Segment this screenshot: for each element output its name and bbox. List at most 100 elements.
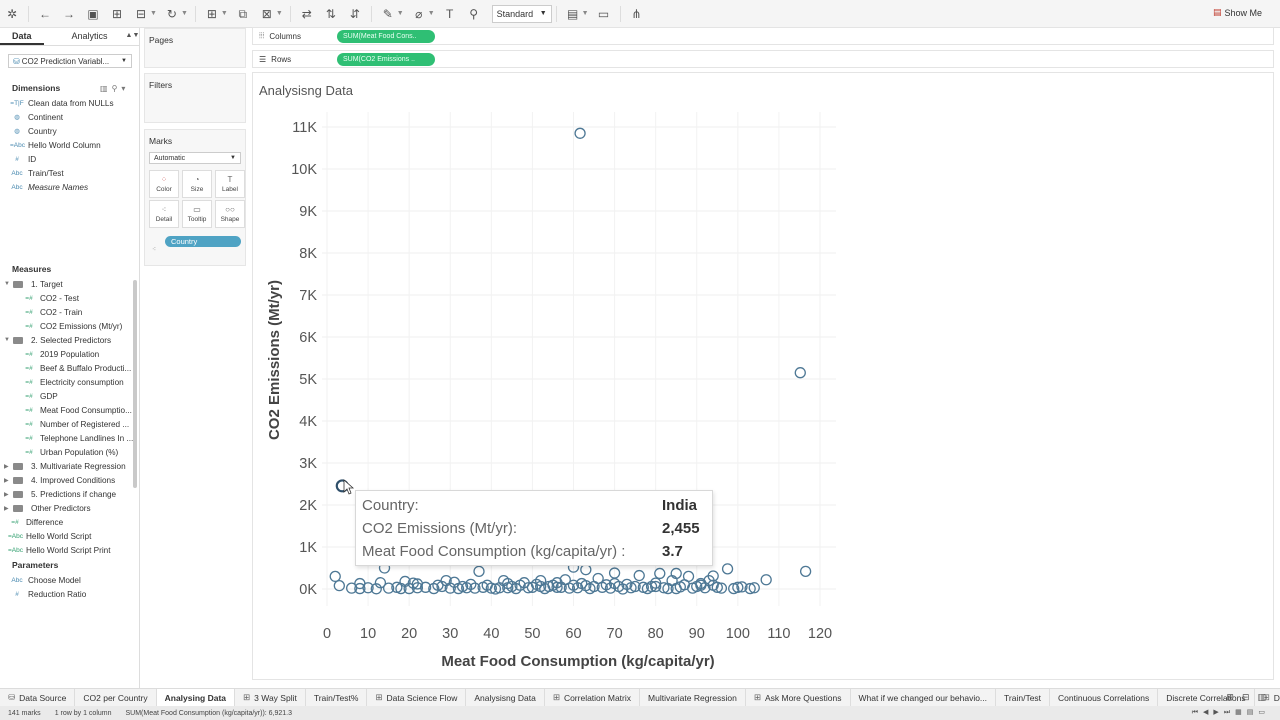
- sheet-tab-label: Analysing Data: [164, 692, 227, 703]
- first-sheet-icon[interactable]: ⏮: [1192, 709, 1203, 716]
- grid-view-toggle-icon[interactable]: ▦: [1235, 709, 1247, 716]
- y-tick-label: 7K: [299, 288, 317, 304]
- y-tick-label: 3K: [299, 456, 317, 472]
- sheet-tab-label: What if we changed our behavio...: [858, 692, 988, 703]
- x-tick-label: 50: [524, 626, 540, 642]
- sheet-tab[interactable]: Analysing Data: [156, 689, 236, 706]
- scatter-point[interactable]: [329, 570, 341, 583]
- scatter-point[interactable]: [633, 569, 645, 582]
- y-tick-label: 9K: [299, 204, 317, 220]
- sheet-tab[interactable]: Continuous Correlations: [1050, 689, 1159, 706]
- tooltip-co2-value: 2,455: [662, 520, 700, 537]
- sheet-tab-label: Continuous Correlations: [1058, 692, 1150, 703]
- scatter-point[interactable]: [580, 564, 592, 576]
- tooltip-country-value: India: [662, 497, 698, 514]
- scatter-plot[interactable]: 0K 1K 2K 3K 4K 5K 6K 7K 8K 9K 10K 11K 0 10 20 30 40 50 60 7…: [0, 0, 1280, 720]
- sheet-tab[interactable]: What if we changed our behavio...: [851, 689, 997, 706]
- datasource-tab-icon: ⛁: [8, 692, 16, 702]
- prev-sheet-icon[interactable]: ◀: [1203, 709, 1213, 716]
- sheet-tab-label: Correlation Matrix: [563, 692, 632, 703]
- tooltip-country-label: Country:: [362, 497, 419, 514]
- tooltip-meat-label: Meat Food Consumption (kg/capita/yr) :: [362, 543, 626, 560]
- mark-tooltip: Country: India CO2 Emissions (Mt/yr): 2,…: [355, 490, 713, 566]
- y-tick-label: 5K: [299, 372, 317, 388]
- sheet-tab[interactable]: Train/Test: [996, 689, 1051, 706]
- x-tick-label: 120: [808, 626, 832, 642]
- y-tick-label: 11K: [292, 120, 317, 136]
- sheet-tab[interactable]: ⊞ Correlation Matrix: [545, 689, 641, 706]
- x-tick-label: 90: [689, 626, 705, 642]
- scatter-point[interactable]: [794, 367, 806, 379]
- sheet-tab[interactable]: CO2 per Country: [75, 689, 157, 706]
- dashboard-tab-icon: ⊞: [552, 692, 560, 702]
- x-tick-label: 30: [442, 626, 458, 642]
- tab-view-icon[interactable]: ▭: [1258, 709, 1270, 716]
- tooltip-row-meat: Meat Food Consumption (kg/capita/yr) :: [362, 543, 625, 563]
- sheet-tab[interactable]: ⊞ Ask More Questions: [746, 689, 851, 706]
- status-nav: ⏮◀▶⏭▦▤▭: [1192, 708, 1270, 717]
- x-tick-label: 20: [401, 626, 417, 642]
- x-tick-label: 60: [565, 626, 581, 642]
- sheet-tabs: ⛁ Data Source CO2 per Country Analysing Dat…: [0, 688, 1280, 706]
- scatter-point[interactable]: [760, 574, 772, 586]
- x-tick-label: 70: [607, 626, 623, 642]
- y-tick-label: 8K: [299, 246, 317, 262]
- sheet-tab[interactable]: ⊞ 3 Way Split: [235, 689, 306, 706]
- x-tick-label: 40: [483, 626, 499, 642]
- scatter-point[interactable]: [721, 563, 734, 575]
- scatter-point[interactable]: [473, 565, 485, 578]
- status-sum: SUM(Meat Food Consumption (kg/capita/yr)…: [125, 709, 293, 717]
- sheet-tab-label: Analysisng Data: [474, 692, 536, 703]
- sheet-tab-label: Data Science Flow: [386, 692, 458, 703]
- x-tick-label: 110: [767, 626, 790, 642]
- filmstrip-icon[interactable]: ▤: [1247, 709, 1259, 716]
- sheet-tab-label: Data Sc: [1273, 692, 1280, 703]
- status-marks: 141 marks: [8, 709, 41, 717]
- new-worksheet-tab-icon[interactable]: ⊞: [1226, 692, 1242, 702]
- sheet-tab[interactable]: ⛁ Data Source: [0, 689, 76, 706]
- last-sheet-icon[interactable]: ⏭: [1224, 709, 1235, 716]
- sheet-tab[interactable]: Multivariate Regression: [640, 689, 746, 706]
- y-axis-title: CO2 Emissions (Mt/yr): [266, 280, 283, 440]
- tooltip-meat-value: 3.7: [662, 543, 683, 560]
- x-axis-title: Meat Food Consumption (kg/capita/yr): [441, 653, 714, 670]
- sheet-tab-label: Train/Test: [1004, 692, 1042, 703]
- dashboard-tab-icon: ⊞: [753, 692, 761, 702]
- y-tick-label: 6K: [299, 330, 317, 346]
- x-tick-label: 100: [726, 626, 750, 642]
- y-tick-label: 2K: [299, 498, 317, 514]
- sheet-tab-label: Ask More Questions: [764, 692, 842, 703]
- sheet-tab-tools: ⊞⊟▥: [1226, 692, 1274, 703]
- tooltip-row-co2: CO2 Emissions (Mt/yr):: [362, 520, 517, 540]
- scatter-point[interactable]: [654, 567, 666, 580]
- sheet-tab[interactable]: Analysisng Data: [466, 689, 545, 706]
- tooltip-co2-label: CO2 Emissions (Mt/yr):: [362, 520, 518, 537]
- tooltip-row-country: Country:: [362, 497, 419, 517]
- dashboard-tab-icon: ⊞: [375, 692, 383, 702]
- scatter-point[interactable]: [799, 565, 812, 578]
- scatter-point[interactable]: [574, 127, 586, 139]
- y-tick-label: 4K: [299, 414, 317, 430]
- dashboard-tab-icon: ⊞: [243, 692, 251, 702]
- y-tick-label: 0K: [299, 582, 317, 598]
- sheet-tab-label: Data Source: [19, 692, 67, 703]
- y-tick-label: 1K: [299, 540, 317, 556]
- sheet-tab[interactable]: ⊞ Data Science Flow: [367, 689, 467, 706]
- sheet-tab[interactable]: Train/Test%: [306, 689, 368, 706]
- cursor-icon: [343, 479, 355, 495]
- tableau-workbook: ✲ ← → ▣ ⊞ ⊟ ▼ ↻ ▼ ⊞ ▼ ⧉ ⊠ ▼ ⇄ ⇅ ⇵ ✎ ▼ ⌀ ▼ T ⚲ …: [0, 0, 1280, 720]
- status-dimensions: 1 row by 1 column: [54, 709, 112, 717]
- sheet-tab-label: 3 Way Split: [254, 692, 297, 703]
- x-tick-label: 10: [360, 626, 376, 642]
- sheet-tab-label: Train/Test%: [313, 692, 359, 703]
- x-tick-label: 80: [648, 626, 664, 642]
- next-sheet-icon[interactable]: ▶: [1213, 709, 1223, 716]
- y-tick-label: 10K: [291, 162, 317, 178]
- sheet-tab-label: Multivariate Regression: [648, 692, 737, 703]
- scatter-point[interactable]: [682, 570, 695, 583]
- x-tick-label: 0: [323, 626, 331, 642]
- status-bar: 141 marks 1 row by 1 column SUM(Meat Foo…: [0, 706, 1280, 720]
- sheet-tab-label: CO2 per Country: [83, 692, 148, 703]
- new-story-tab-icon[interactable]: ▥: [1257, 692, 1274, 702]
- new-dashboard-tab-icon[interactable]: ⊟: [1242, 692, 1258, 702]
